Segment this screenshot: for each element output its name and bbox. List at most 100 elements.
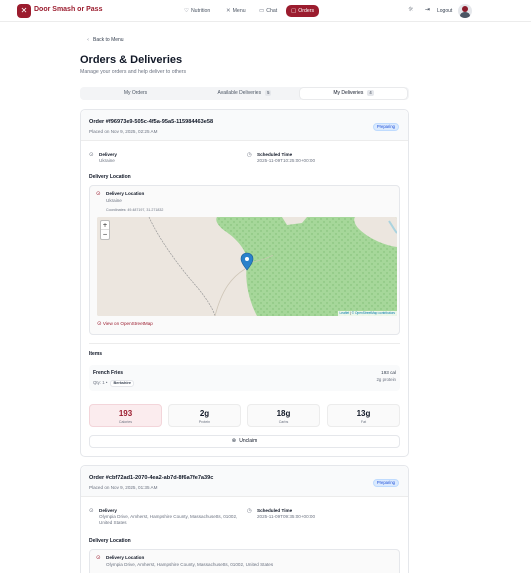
item-quantity: Qty: 1 • Berkshire: [93, 380, 135, 387]
delivery-location-box: ⊙ Delivery Location Olympia Drive, Amher…: [89, 549, 400, 573]
map-zoom-control: + −: [100, 220, 110, 240]
zoom-in-button[interactable]: +: [101, 221, 109, 230]
location-label: Delivery Location: [106, 191, 145, 196]
tab-my-deliveries[interactable]: My Deliveries 4: [300, 88, 407, 99]
clock-icon: ◷: [247, 152, 252, 158]
count-badge: 5: [265, 90, 272, 96]
map-pin-icon: ⊙: [89, 152, 94, 158]
zoom-out-button[interactable]: −: [101, 230, 109, 239]
stat-label: Fat: [360, 420, 367, 424]
nav-chat[interactable]: ▭ Chat: [259, 5, 277, 17]
map-pin-icon: ⊙: [96, 191, 101, 197]
x-circle-icon: ⊗: [231, 438, 237, 444]
nav-nutrition[interactable]: ♡ Nutrition: [184, 5, 210, 17]
item-calories: 193 cal: [381, 370, 396, 375]
scheduled-value: 2025-11-09T09:35:00+00:00: [257, 514, 316, 519]
map-attribution: Leaflet | © OpenStreetMap contributors: [337, 311, 397, 316]
delivery-value: Olympia Drive, Amherst, Hampshire County…: [99, 514, 238, 525]
scheduled-label: Scheduled Time: [257, 508, 293, 513]
delivery-label: Delivery: [99, 508, 117, 513]
nav-menu-label: Menu: [232, 8, 246, 14]
nav-nutrition-label: Nutrition: [190, 8, 211, 14]
tab-my-orders[interactable]: My Orders: [82, 88, 189, 99]
page-title: Orders & Deliveries: [80, 54, 183, 66]
stat-value: 13g: [356, 409, 371, 418]
chat-icon: ▭: [259, 8, 265, 14]
delivery-location-heading: Delivery Location: [89, 538, 131, 544]
stat-value: 2g: [199, 409, 210, 418]
status-badge: Preparing: [372, 479, 399, 487]
items-heading: Items: [89, 351, 103, 357]
map-pin-icon: ⊙: [96, 555, 101, 561]
nav-orders-label: Orders: [298, 8, 315, 14]
stat-label: Carbs: [278, 420, 289, 424]
order-card: Order #cbf72ad1-2070-4ea2-ab7d-8f6a7fe7a…: [80, 465, 409, 573]
logout-icon[interactable]: ⇥: [425, 6, 430, 13]
order-card: Order #f96973e9-505c-4f5a-95a5-115984463…: [80, 109, 409, 457]
delivery-label: Delivery: [99, 152, 117, 157]
tab-available-deliveries[interactable]: Available Deliveries 5: [191, 88, 298, 99]
app-brand[interactable]: Door Smash or Pass: [34, 6, 102, 13]
item-protein: 2g protein: [376, 377, 396, 382]
back-to-menu-link[interactable]: ‹ Back to Menu: [87, 37, 124, 43]
stat-value: 18g: [276, 409, 291, 418]
clock-icon: ◷: [247, 508, 252, 514]
stat-label: Calories: [118, 420, 133, 424]
utensils-icon: ✕: [226, 8, 231, 14]
delivery-value: Ukraine: [99, 158, 115, 163]
divider: [89, 343, 400, 344]
status-badge: Preparing: [372, 123, 399, 131]
leaflet-link[interactable]: Leaflet: [340, 311, 350, 315]
order-id: Order #f96973e9-505c-4f5a-95a5-115984463…: [89, 119, 214, 125]
order-id: Order #cbf72ad1-2070-4ea2-ab7d-8f6a7fe7a…: [89, 475, 214, 481]
map-tiles: [97, 217, 397, 316]
scheduled-value: 2025-11-09T10:25:00+00:00: [257, 158, 316, 163]
calories-stat: 193 Calories: [89, 404, 162, 427]
tab-my-deliveries-label: My Deliveries: [333, 90, 364, 96]
order-card-header: Order #f96973e9-505c-4f5a-95a5-115984463…: [81, 110, 408, 141]
fat-stat: 13g Fat: [327, 404, 400, 427]
delivery-location-heading: Delivery Location: [89, 174, 131, 180]
item-qty-label: Qty: 1 •: [93, 380, 108, 385]
tab-available-deliveries-label: Available Deliveries: [217, 90, 262, 96]
page-subtitle: Manage your orders and help deliver to o…: [80, 69, 187, 75]
view-on-openstreetmap-link[interactable]: ⊙ View on OpenStreetMap: [97, 321, 153, 327]
logout-button[interactable]: Logout: [437, 8, 452, 14]
avatar[interactable]: [458, 4, 472, 18]
order-card-header: Order #cbf72ad1-2070-4ea2-ab7d-8f6a7fe7a…: [81, 466, 408, 497]
chevron-left-icon: ‹: [87, 37, 89, 43]
top-header: ✕ Door Smash or Pass ♡ Nutrition ✕ Menu …: [0, 0, 531, 22]
map-pin-icon: ⊙: [97, 321, 102, 327]
dining-hall-tag: Berkshire: [110, 380, 135, 387]
carbs-stat: 18g Carbs: [247, 404, 320, 427]
heart-icon: ♡: [184, 8, 189, 14]
coordinates: Coordinates: 49.487197, 31.271832: [106, 208, 164, 212]
location-label: Delivery Location: [106, 555, 145, 560]
order-date: Placed on Nov 9, 2025, 01:35 AM: [89, 485, 158, 490]
delivery-map[interactable]: + − Leaflet | © OpenStreetMap contributo…: [97, 217, 397, 316]
nav-chat-label: Chat: [266, 8, 278, 14]
protein-stat: 2g Protein: [168, 404, 241, 427]
sun-icon[interactable]: ☼: [408, 6, 413, 13]
unclaim-label: Unclaim: [239, 438, 258, 444]
unclaim-button[interactable]: ⊗ Unclaim: [89, 435, 400, 448]
order-date: Placed on Nov 9, 2025, 02:25 AM: [89, 129, 158, 134]
orders-tabs: My Orders Available Deliveries 5 My Deliv…: [80, 87, 409, 100]
delivery-location-box: ⊙ Delivery Location Ukraine Coordinates:…: [89, 185, 400, 335]
nav-orders[interactable]: ▢ Orders: [286, 5, 320, 17]
back-label: Back to Menu: [93, 37, 124, 43]
scheduled-label: Scheduled Time: [257, 152, 293, 157]
osm-link-label: View on OpenStreetMap: [102, 321, 153, 326]
list-item: French Fries Qty: 1 • Berkshire 193 cal 2…: [89, 365, 400, 391]
stat-label: Protein: [198, 420, 211, 424]
stat-value: 193: [118, 409, 133, 418]
item-name: French Fries: [93, 370, 124, 376]
map-pin-icon: ⊙: [89, 508, 94, 514]
nav-menu[interactable]: ✕ Menu: [226, 5, 246, 17]
location-value: Olympia Drive, Amherst, Hampshire County…: [106, 562, 274, 567]
osm-attribution[interactable]: © OpenStreetMap contributors: [352, 311, 395, 315]
app-logo-icon[interactable]: ✕: [17, 4, 31, 18]
bag-icon: ▢: [291, 8, 297, 14]
location-value: Ukraine: [106, 198, 122, 203]
count-badge: 4: [367, 90, 374, 96]
